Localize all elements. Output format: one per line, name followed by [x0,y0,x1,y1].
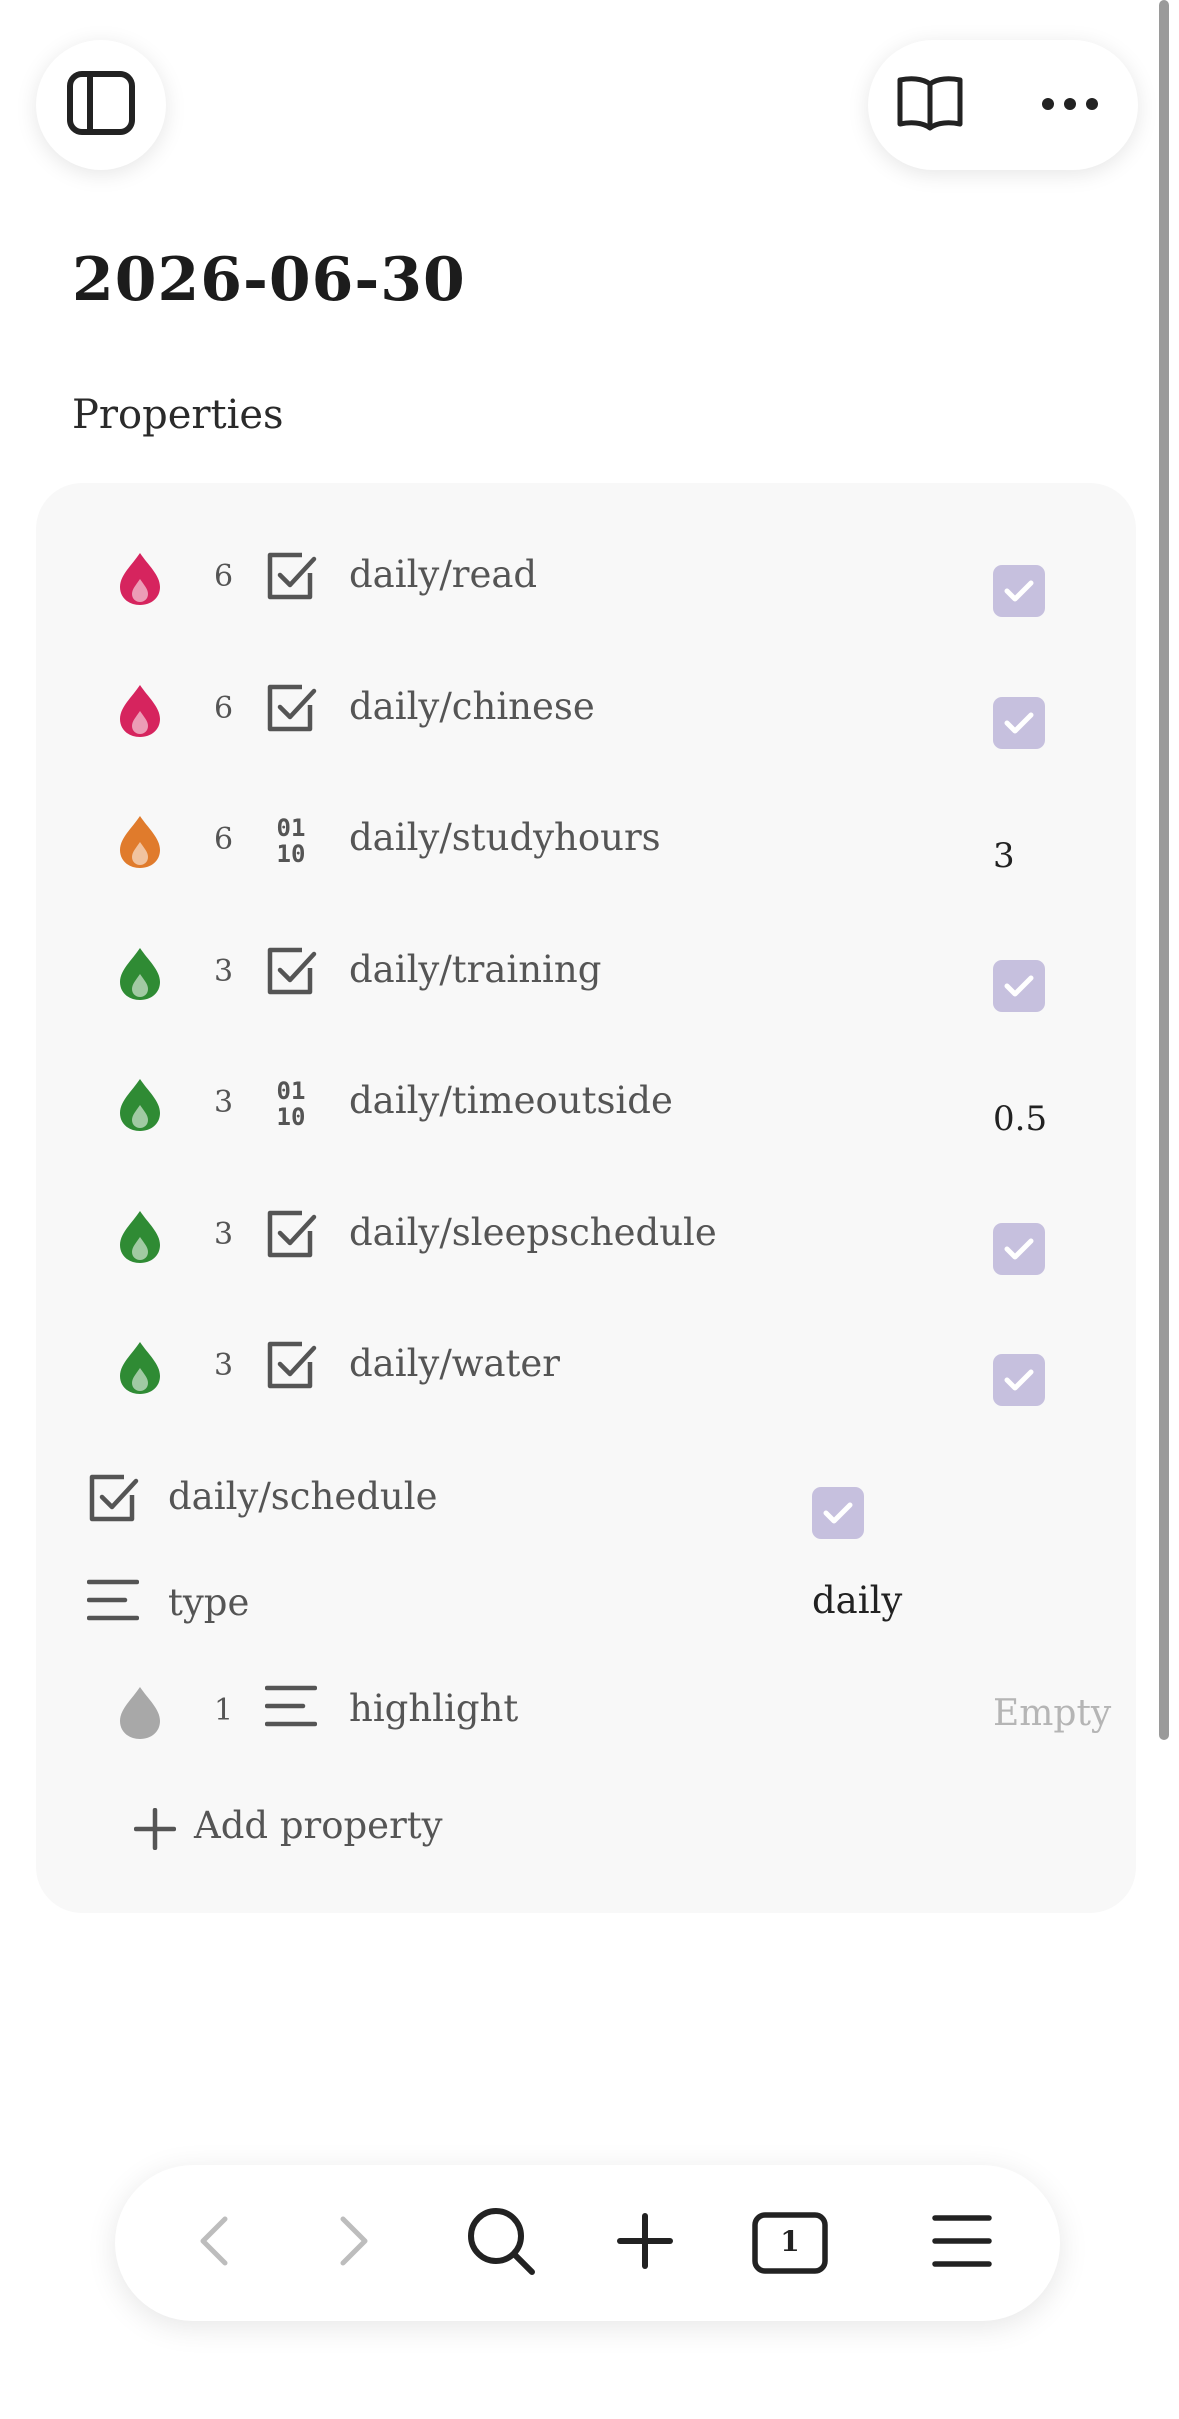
property-checkbox[interactable] [812,1487,864,1539]
property-row-highlight[interactable]: 1 highlight Empty [36,1657,1136,1757]
tabs-button[interactable]: 1 [750,2203,830,2283]
property-row[interactable]: 3 daily/sleepschedule [36,1181,1136,1281]
checkbox-type-icon [86,1471,140,1525]
property-row[interactable]: 6 daily/read [36,523,1136,623]
drop-icon [118,946,162,1002]
plus-icon [133,1807,177,1854]
property-row[interactable]: 3 daily/water [36,1312,1136,1412]
menu-icon [932,2214,992,2272]
property-row-daily-schedule[interactable]: daily/schedule [36,1445,1136,1545]
property-name: daily/sleepschedule [349,1210,717,1254]
property-name: daily/training [349,947,602,991]
drop-icon [118,814,162,870]
checkbox-type-icon [264,944,318,998]
usage-count: 3 [214,1085,234,1120]
property-checkbox[interactable] [993,959,1045,1012]
property-value[interactable]: 3 [993,836,1015,876]
checkbox-type-icon [264,1207,318,1261]
back-icon [199,2215,229,2271]
svg-text:10: 10 [277,840,306,866]
property-name: highlight [349,1687,519,1730]
drop-icon [118,551,162,607]
usage-count: 6 [214,822,234,857]
svg-text:01: 01 [277,814,306,842]
property-row[interactable]: 6 01 10 daily/studyhours 3 [36,786,1136,886]
drop-icon [118,1685,162,1741]
usage-count: 3 [214,1216,234,1252]
usage-count: 6 [214,690,234,726]
checkbox-type-icon [264,681,318,735]
drop-icon [118,1209,162,1265]
more-options-button[interactable] [1038,73,1102,137]
property-name: daily/studyhours [349,816,661,859]
reading-view-button[interactable] [896,73,964,137]
number-type-icon: 01 10 [264,812,318,866]
top-actions-pill [868,40,1138,170]
svg-text:01: 01 [277,1077,306,1105]
usage-count: 3 [214,1348,234,1383]
property-checkbox[interactable] [993,696,1045,749]
property-name: type [168,1581,250,1624]
property-name: daily/chinese [349,684,595,728]
number-type-icon: 01 10 [264,1075,318,1129]
tab-count: 1 [780,2225,800,2258]
usage-count: 3 [214,953,234,989]
property-name: daily/water [349,1342,560,1385]
search-button[interactable] [461,2203,541,2283]
tabs-icon: 1 [752,2212,828,2274]
bottom-nav-bar: 1 [115,2165,1060,2321]
property-value[interactable]: 0.5 [993,1099,1047,1139]
forward-icon [339,2215,369,2271]
properties-panel: 6 daily/read 6 daily/chinese 6 01 10 daily/stud… [36,483,1136,1913]
property-row[interactable]: 3 01 10 daily/timeoutside 0.5 [36,1049,1136,1149]
scrollbar[interactable] [1159,0,1169,1740]
usage-count: 1 [214,1693,234,1728]
forward-button[interactable] [314,2203,394,2283]
property-row-type[interactable]: type daily [36,1551,1136,1651]
property-name: daily/schedule [168,1475,438,1518]
property-value-empty[interactable]: Empty [993,1693,1138,1734]
checkbox-type-icon [264,549,318,603]
checkbox-type-icon [264,1338,318,1392]
property-name: daily/read [349,553,538,596]
new-tab-button[interactable] [605,2203,685,2283]
more-horizontal-icon [1041,96,1099,115]
property-name: daily/timeoutside [349,1079,673,1122]
page-title[interactable]: 2026-06-30 [72,245,466,315]
text-type-icon [86,1573,140,1627]
new-tab-icon [617,2213,673,2273]
sidebar-toggle-button[interactable] [36,40,166,170]
properties-heading[interactable]: Properties [72,392,284,438]
book-open-icon [896,74,964,136]
svg-text:10: 10 [277,1103,306,1129]
property-row[interactable]: 6 daily/chinese [36,655,1136,755]
drop-icon [118,1340,162,1396]
property-checkbox[interactable] [993,565,1045,617]
back-button[interactable] [174,2203,254,2283]
usage-count: 6 [214,559,234,594]
property-checkbox[interactable] [993,1222,1045,1275]
sidebar-toggle-icon [66,70,136,140]
drop-icon [118,1077,162,1133]
text-type-icon [264,1679,318,1733]
add-property-label: Add property [194,1804,443,1847]
property-row[interactable]: 3 daily/training [36,918,1136,1018]
menu-button[interactable] [922,2203,1002,2283]
drop-icon [118,683,162,739]
search-icon [466,2206,536,2280]
property-value[interactable]: daily [812,1579,902,1622]
property-checkbox[interactable] [993,1354,1045,1406]
